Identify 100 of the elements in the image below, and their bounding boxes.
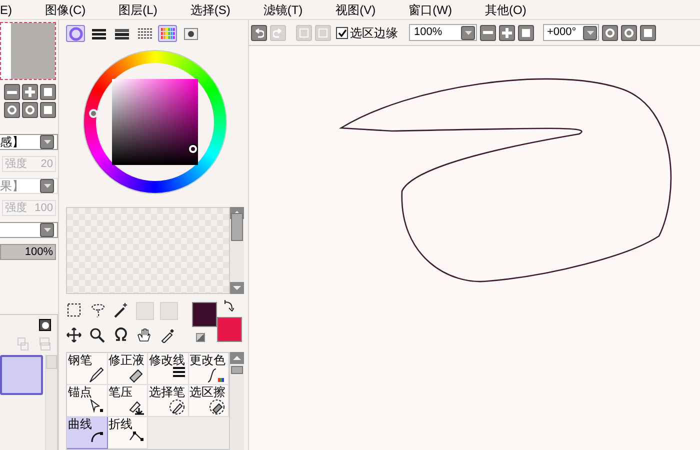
plus-icon — [25, 87, 35, 97]
scrollbar[interactable] — [230, 207, 244, 294]
rotate-right-icon — [624, 28, 634, 38]
reset-rotation-button[interactable] — [40, 102, 56, 118]
opacity-bar[interactable]: 100% — [0, 244, 56, 260]
zoom-out-button[interactable] — [480, 24, 496, 40]
menu-item[interactable]: 图像(C) — [45, 4, 86, 16]
color-wheel-icon — [68, 26, 82, 40]
menu-item[interactable]: 视图(V) — [336, 4, 376, 16]
empty-tool-slot — [136, 302, 154, 320]
dropdown[interactable]: 感】 — [0, 134, 58, 150]
canvas-preview — [0, 22, 56, 80]
checkbox[interactable] — [336, 26, 348, 38]
zoom-dropdown[interactable]: 100% — [409, 24, 477, 41]
swap-colors-icon[interactable] — [224, 300, 234, 312]
rotate-right-button[interactable] — [22, 102, 38, 118]
brush-tool[interactable]: 选区擦 — [188, 385, 229, 417]
menu-item[interactable]: 其他(O) — [485, 4, 526, 16]
palette-icon — [160, 28, 174, 40]
brush-tool[interactable]: 修正液 — [108, 353, 148, 385]
scroll-thumb[interactable] — [46, 355, 57, 369]
color-mode-tab[interactable] — [158, 25, 177, 42]
undo-icon — [254, 28, 264, 38]
curve-icon — [90, 431, 104, 443]
zoom-in-button[interactable] — [22, 84, 38, 100]
list-icon — [138, 28, 152, 40]
caret-icon — [44, 140, 50, 144]
menu-item[interactable]: 窗口(W) — [408, 4, 452, 16]
empty-tool-slot — [160, 302, 178, 320]
menu-item[interactable]: 图层(L) — [118, 4, 158, 16]
brush-tool[interactable]: 更改色 — [188, 353, 229, 385]
square-icon — [644, 28, 652, 36]
color-mode-tab[interactable] — [181, 25, 200, 42]
zoom-out-button[interactable] — [4, 84, 20, 100]
menu-item[interactable]: 选择(S) — [190, 4, 230, 16]
sliders-icon — [92, 28, 106, 40]
zoom-in-button[interactable] — [499, 24, 515, 40]
dropdown-value: 感】 — [0, 136, 24, 148]
undo-button[interactable] — [251, 24, 267, 40]
dropdown-button[interactable] — [40, 135, 54, 149]
reset-rotation-button[interactable] — [640, 24, 656, 40]
brush-tool[interactable]: 笔压 — [108, 385, 148, 417]
dropdown-button[interactable] — [40, 223, 54, 237]
brush-tool[interactable]: 锚点 — [67, 385, 108, 417]
reset-zoom-button[interactable] — [518, 24, 534, 40]
hand-icon[interactable] — [136, 327, 152, 344]
selection-pen-icon — [168, 399, 184, 415]
lasso-icon[interactable] — [89, 302, 108, 318]
scrollbar[interactable] — [45, 355, 57, 450]
minus-icon — [7, 90, 17, 94]
square-icon — [44, 106, 52, 114]
selection-edge-checkbox[interactable]: 选区边缘 — [336, 24, 398, 42]
scroll-thumb[interactable] — [231, 366, 243, 374]
selection-eraser-icon — [209, 399, 225, 415]
secondary-color-swatch[interactable] — [217, 317, 242, 342]
color-picker-handle[interactable] — [189, 144, 197, 153]
rect-select-icon[interactable] — [66, 302, 82, 318]
angle-dropdown[interactable]: +000° — [543, 24, 599, 41]
rotate-left-button[interactable] — [4, 102, 20, 118]
opacity-reading: 100% — [24, 245, 53, 259]
layer-item[interactable] — [0, 355, 43, 395]
mask-icon[interactable] — [39, 319, 51, 331]
brush-tool[interactable]: 修改线 — [148, 353, 188, 385]
scroll-thumb[interactable] — [231, 212, 243, 241]
redo-icon — [273, 28, 283, 38]
scratchpad-icon — [184, 28, 198, 40]
menu-item[interactable]: E) — [0, 4, 12, 16]
scroll-up-icon[interactable] — [230, 352, 244, 364]
brush-tool[interactable]: 折线 — [108, 417, 148, 449]
scrollbar[interactable] — [230, 352, 244, 450]
checkmark-icon — [338, 28, 346, 36]
brush-tool[interactable]: 钢笔 — [67, 353, 108, 385]
dropdown-button[interactable] — [583, 26, 597, 40]
reset-colors-icon[interactable] — [196, 333, 205, 342]
minus-icon — [483, 31, 493, 34]
dropdown-button[interactable] — [461, 26, 475, 40]
menu-item[interactable]: 滤镜(T) — [263, 4, 303, 16]
search-icon[interactable] — [89, 327, 106, 344]
scroll-down-icon[interactable] — [230, 282, 244, 294]
primary-color-swatch[interactable] — [192, 302, 217, 328]
rotate-left-icon — [7, 105, 17, 115]
rotate-right-icon — [25, 105, 35, 115]
square-icon — [522, 28, 530, 36]
brush-tool[interactable]: 曲线 — [67, 417, 108, 449]
rotate-left-button[interactable] — [602, 24, 618, 40]
rotate-right-button[interactable] — [621, 24, 637, 40]
magic-wand-icon[interactable] — [112, 302, 129, 318]
hue-handle[interactable] — [89, 108, 98, 118]
pointer-icon — [90, 399, 104, 413]
rotate-icon[interactable] — [112, 327, 129, 344]
eyedropper-icon[interactable] — [160, 327, 176, 344]
saturation-square[interactable] — [112, 78, 198, 165]
color-mode-tab[interactable] — [66, 25, 85, 42]
brush-tool[interactable]: 选择笔 — [148, 385, 188, 417]
move-icon[interactable] — [66, 327, 82, 344]
reset-button[interactable] — [40, 84, 56, 100]
square-icon — [44, 88, 52, 96]
recolor-icon — [207, 367, 225, 383]
dropdown[interactable] — [0, 222, 58, 238]
selection-icon — [318, 28, 328, 38]
